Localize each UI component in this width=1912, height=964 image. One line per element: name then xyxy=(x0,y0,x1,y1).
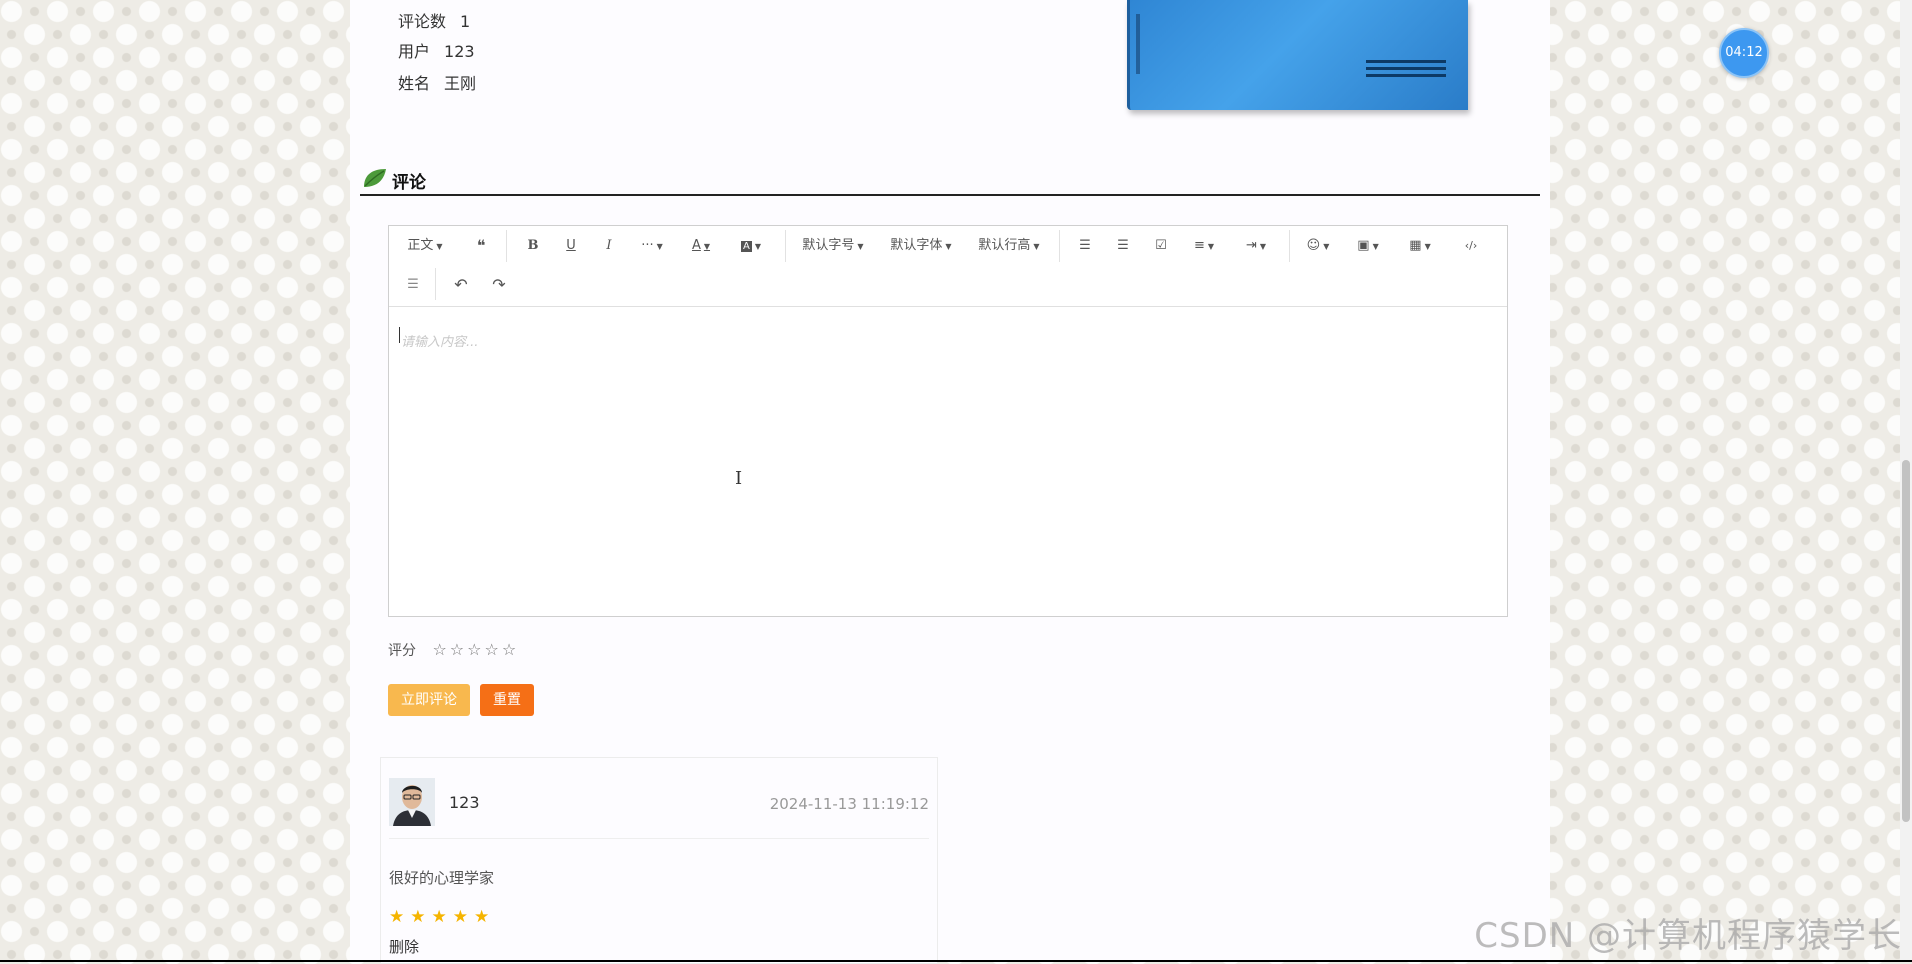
divider xyxy=(389,838,929,839)
book-cover-image xyxy=(1127,0,1468,110)
comment-card: 123 2024-11-13 11:19:12 很好的心理学家 ★★★★★ 删除 xyxy=(380,757,938,964)
rating-stars-input[interactable]: ☆☆☆☆☆ xyxy=(432,640,519,659)
indent-icon[interactable]: ⇥ ▼ xyxy=(1241,234,1271,258)
comment-username: 123 xyxy=(449,793,480,812)
todo-icon[interactable]: ☑ xyxy=(1149,234,1173,258)
rich-text-editor[interactable]: 正文 ▼ ❝ B U I ··· ▼ A ▼ A ▼ 默认字号 ▼ 默认字体 ▼ 默认行高 ▼… xyxy=(388,225,1508,617)
font-size-dropdown[interactable]: 默认字号 ▼ xyxy=(799,234,867,258)
table-icon[interactable]: ▦ ▼ xyxy=(1405,234,1435,258)
comment-text: 很好的心理学家 xyxy=(389,869,495,887)
underline-icon[interactable]: U xyxy=(559,234,583,258)
user-value: 123 xyxy=(444,42,475,61)
align-icon[interactable]: ≡ ▼ xyxy=(1189,234,1219,258)
editor-content-area[interactable]: 请输入内容... I xyxy=(389,307,1507,616)
more-style-icon[interactable]: ··· ▼ xyxy=(635,234,669,258)
user-label: 用户 xyxy=(398,42,431,61)
user-row: 用户 123 xyxy=(398,38,475,62)
publisher-logo xyxy=(1366,60,1446,82)
scrollbar-thumb[interactable] xyxy=(1902,460,1910,822)
floating-timer-badge[interactable]: 04:12 xyxy=(1719,28,1769,78)
watermark: CSDN @计算机程序猿学长 xyxy=(1474,916,1902,956)
mouse-ibeam-cursor: I xyxy=(735,468,743,489)
comment-section-header: 评论 xyxy=(360,164,1540,196)
font-color-icon[interactable]: A ▼ xyxy=(687,234,715,258)
name-row: 姓名 王刚 xyxy=(398,70,476,94)
text-cursor xyxy=(399,327,400,343)
reset-button[interactable]: 重置 xyxy=(480,684,534,716)
image-icon[interactable]: ▣ ▼ xyxy=(1353,234,1383,258)
editor-toolbar: 正文 ▼ ❝ B U I ··· ▼ A ▼ A ▼ 默认字号 ▼ 默认字体 ▼ 默认行高 ▼… xyxy=(389,226,1507,307)
avatar xyxy=(389,778,435,826)
editor-placeholder: 请输入内容... xyxy=(401,335,479,350)
font-family-dropdown[interactable]: 默认字体 ▼ xyxy=(887,234,955,258)
paragraph-dropdown[interactable]: 正文 ▼ xyxy=(403,234,447,258)
italic-icon[interactable]: I xyxy=(597,234,621,258)
page-scrollbar[interactable] xyxy=(1900,0,1912,962)
leaf-icon xyxy=(362,167,388,193)
quote-icon[interactable]: ❝ xyxy=(469,234,493,258)
comment-timestamp: 2024-11-13 11:19:12 xyxy=(769,795,929,813)
submit-comment-button[interactable]: 立即评论 xyxy=(388,684,470,716)
redo-icon[interactable]: ↷ xyxy=(487,273,511,297)
line-height-dropdown[interactable]: 默认行高 ▼ xyxy=(975,234,1043,258)
comment-count-label: 评论数 xyxy=(398,12,447,31)
code-icon[interactable]: ‹/› xyxy=(1457,234,1485,258)
bold-icon[interactable]: B xyxy=(521,234,545,258)
undo-icon[interactable]: ↶ xyxy=(449,273,473,297)
name-value: 王刚 xyxy=(444,74,477,93)
comment-count-value: 1 xyxy=(460,12,471,31)
comment-count-row: 评论数 1 xyxy=(398,8,470,32)
delete-comment-link[interactable]: 删除 xyxy=(389,936,419,957)
main-content: 评论数 1 用户 123 姓名 王刚 评论 正文 ▼ ❝ B U I ··· ▼ A ▼ A… xyxy=(350,0,1550,964)
background-color-icon[interactable]: A ▼ xyxy=(737,234,765,258)
rating-label: 评分 xyxy=(388,643,416,659)
name-label: 姓名 xyxy=(398,74,431,93)
bulleted-list-icon[interactable]: ☰ xyxy=(1073,234,1097,258)
divider-line-icon[interactable]: ☰ xyxy=(401,273,425,297)
section-title: 评论 xyxy=(392,173,426,193)
rating-row: 评分 ☆☆☆☆☆ xyxy=(388,640,519,660)
numbered-list-icon[interactable]: ☰ xyxy=(1111,234,1135,258)
emoji-icon[interactable]: ☺ ▼ xyxy=(1303,234,1333,258)
comment-rating-stars: ★★★★★ xyxy=(389,907,496,927)
